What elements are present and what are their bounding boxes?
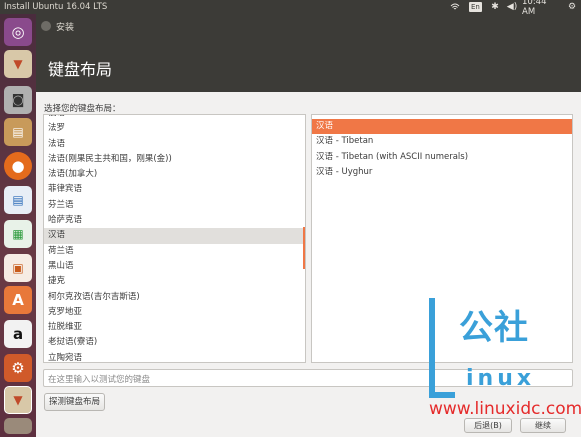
- variant-list-item[interactable]: 汉语 - Uyghur: [312, 165, 572, 180]
- layout-list-item[interactable]: 立陶宛语: [44, 351, 305, 362]
- layout-list-item[interactable]: 荷兰语: [44, 244, 305, 259]
- ubuntu-logo-icon[interactable]: ◎: [4, 18, 32, 46]
- layout-list-item[interactable]: 拉脱维亚: [44, 320, 305, 335]
- window-title-text: 安装: [56, 23, 75, 33]
- layout-list-item[interactable]: 捷克: [44, 274, 305, 289]
- settings-icon[interactable]: ⚙: [4, 354, 32, 382]
- bluetooth-icon[interactable]: ✱: [490, 1, 500, 13]
- file-manager-icon[interactable]: ▤: [4, 118, 32, 146]
- page-title: 键盘布局: [48, 60, 113, 79]
- camera-icon[interactable]: ◙: [4, 86, 32, 114]
- impress-icon[interactable]: ▣: [4, 254, 32, 282]
- installer-icon[interactable]: ▼: [4, 50, 32, 78]
- watermark-linux: inux: [466, 366, 536, 391]
- layout-list-item[interactable]: 黑山语: [44, 259, 305, 274]
- writer-icon[interactable]: ▤: [4, 186, 32, 214]
- wifi-icon[interactable]: [449, 1, 461, 13]
- variant-list-item[interactable]: 汉语 - Tibetan (with ASCII numerals): [312, 150, 572, 165]
- page-header: 键盘布局: [36, 38, 581, 92]
- layout-list-item[interactable]: 法罗: [44, 121, 305, 136]
- variant-list-item[interactable]: 汉语 - Tibetan: [312, 134, 572, 149]
- close-button[interactable]: [41, 21, 51, 31]
- firefox-icon[interactable]: ●: [4, 152, 32, 180]
- layout-prompt: 选择您的键盘布局：: [44, 104, 121, 114]
- top-panel: Install Ubuntu 16.04 LTS En ✱ ◀) 10:44 A…: [0, 0, 581, 17]
- trash-icon[interactable]: [4, 418, 32, 434]
- launcher: ◎ ▼ ◙ ▤ ● ▤ ▦ ▣ A a ⚙ ▼: [0, 14, 36, 437]
- layout-list-item[interactable]: 芬兰语: [44, 198, 305, 213]
- clock[interactable]: 10:44 AM: [522, 0, 562, 17]
- window-titlebar: 安装: [36, 14, 581, 38]
- variant-list-item[interactable]: 汉语: [312, 119, 572, 135]
- layout-list-item[interactable]: 老挝语(寮语): [44, 335, 305, 350]
- keyboard-indicator[interactable]: En: [469, 2, 482, 12]
- layout-list-item[interactable]: 法语(加拿大): [44, 167, 305, 182]
- installer-running-icon[interactable]: ▼: [4, 386, 32, 414]
- layout-list-item[interactable]: 法语: [44, 137, 305, 152]
- detect-layout-button[interactable]: 探测键盘布局: [44, 393, 106, 411]
- layout-list[interactable]: 俄语法罗法语法语(刚果民主共和国，刚果(金))法语(加拿大)菲律宾语芬兰语哈萨克…: [43, 114, 306, 363]
- layout-list-item[interactable]: 汉语: [44, 228, 305, 244]
- gear-icon[interactable]: ⚙: [566, 1, 578, 13]
- watermark-url: www.linuxidc.com: [429, 399, 581, 419]
- layout-list-item[interactable]: 法语(刚果民主共和国，刚果(金)): [44, 152, 305, 167]
- back-button[interactable]: 后退(B): [464, 418, 512, 433]
- layout-list-item[interactable]: 菲律宾语: [44, 182, 305, 197]
- amazon-icon[interactable]: a: [4, 320, 32, 348]
- calc-icon[interactable]: ▦: [4, 220, 32, 248]
- layout-list-item[interactable]: 克罗地亚: [44, 305, 305, 320]
- layout-list-item[interactable]: 哈萨克语: [44, 213, 305, 228]
- volume-icon[interactable]: ◀): [506, 1, 518, 13]
- watermark-chinese: 公社: [459, 308, 529, 348]
- software-center-icon[interactable]: A: [4, 286, 32, 314]
- watermark-logo-l: [429, 298, 455, 398]
- layout-list-item[interactable]: 俄语: [44, 115, 305, 121]
- continue-button[interactable]: 继续: [520, 418, 566, 433]
- window-title: Install Ubuntu 16.04 LTS: [4, 2, 108, 12]
- layout-list-scrollbar[interactable]: [303, 227, 305, 269]
- layout-list-item[interactable]: 柯尔克孜语(吉尔吉斯语): [44, 290, 305, 305]
